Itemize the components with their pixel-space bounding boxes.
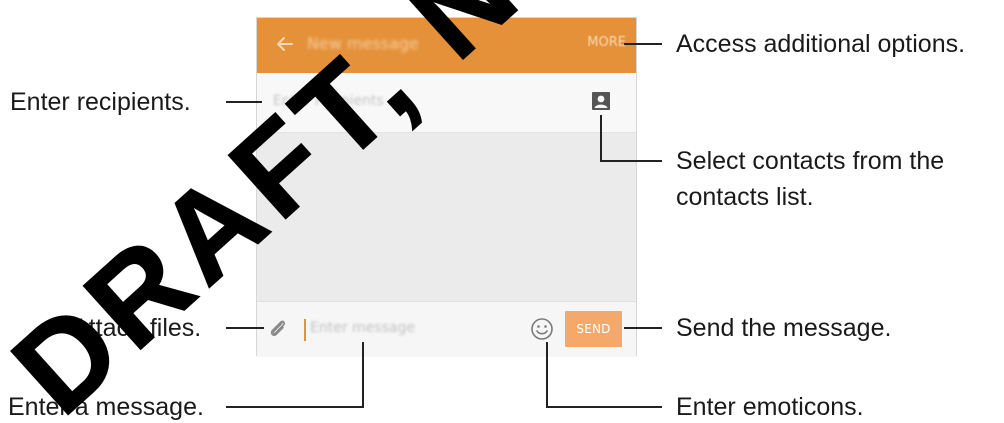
page-title: New message [307,34,419,53]
recipients-input[interactable]: Enter recipients [273,93,384,109]
paperclip-icon[interactable] [265,316,291,342]
recipients-bar: Enter recipients [257,73,636,133]
more-callout-line [624,43,662,45]
callout-contacts-line2: contacts list. [676,183,814,211]
compose-screen: New message MORE Enter recipients Enter … [256,17,637,357]
message-thread-area [257,133,636,301]
send-callout-line [624,327,662,329]
callout-recipients: Enter recipients. [10,88,191,116]
contact-card-icon[interactable] [591,91,611,111]
message-callout-line-horizontal [226,406,364,408]
more-button[interactable]: MORE [587,35,626,50]
callout-contacts-line1: Select contacts from the [676,147,945,175]
emoticons-callout-line-horizontal [546,406,662,408]
arrow-left-icon[interactable] [273,33,295,55]
attach-callout-line [226,327,264,329]
callout-emoticons: Enter emoticons. [676,393,864,421]
recipients-callout-line [226,101,262,103]
smiley-icon[interactable] [529,316,555,342]
emoticons-callout-line-vertical [546,342,548,408]
message-input[interactable]: Enter message [310,320,415,336]
app-bar: New message MORE [257,18,636,73]
text-cursor [304,319,306,341]
callout-send: Send the message. [676,314,892,342]
callout-more: Access additional options. [676,30,966,58]
contacts-callout-line-vertical [600,115,602,161]
contacts-callout-line-horizontal [600,160,662,162]
message-callout-line-vertical [362,342,364,408]
message-composer: Enter message SEND [257,301,636,357]
send-button[interactable]: SEND [565,311,622,347]
callout-message: Enter a message. [8,393,204,421]
callout-attach: Attach files. [72,314,202,342]
